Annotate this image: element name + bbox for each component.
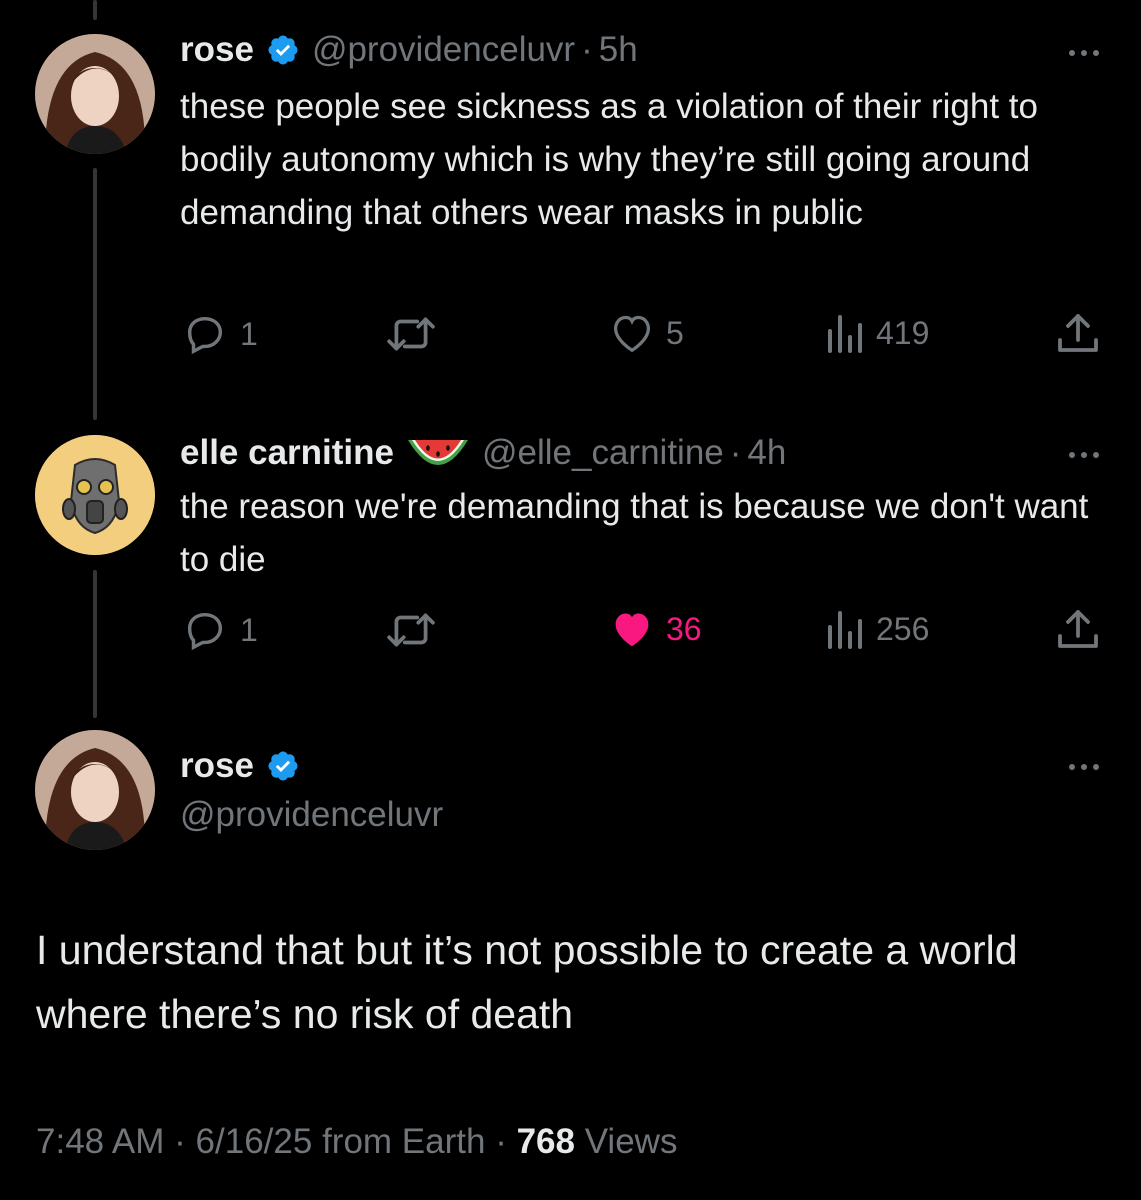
tweet-time[interactable]: 4h (747, 433, 786, 473)
verified-badge-icon (268, 751, 298, 781)
views-button[interactable]: 419 (826, 313, 929, 353)
avatar-elle-carnitine[interactable] (35, 435, 155, 555)
tweet-timestamp[interactable]: 7:48 AM (36, 1122, 164, 1161)
more-icon[interactable] (1069, 452, 1099, 458)
tweet-header: rose @providenceluvr · 5h (180, 30, 638, 70)
avatar-rose[interactable] (35, 34, 155, 154)
views-icon (828, 611, 862, 649)
thread-line (93, 168, 97, 420)
tweet-meta: 7:48 AM · 6/16/25 from Earth · 768 Views (36, 1122, 678, 1161)
reply-icon (187, 612, 223, 651)
like-count: 36 (666, 610, 702, 647)
main-tweet-text: I understand that but it’s not possible … (36, 927, 1018, 1037)
share-button[interactable] (1056, 608, 1100, 652)
reply-count: 1 (240, 315, 258, 352)
heart-icon (615, 613, 649, 647)
verified-badge-icon (268, 35, 298, 65)
like-count: 5 (666, 314, 684, 351)
views-count: 768 (516, 1122, 575, 1161)
like-button[interactable]: 36 (610, 609, 702, 649)
avatar-rose[interactable] (35, 730, 155, 850)
retweet-icon (387, 613, 435, 647)
main-tweet-header: rose (180, 746, 300, 786)
tweet-text: these people see sickness as a violation… (180, 87, 1038, 232)
heart-icon (613, 315, 651, 353)
watermelon-icon (407, 440, 468, 465)
view-count: 419 (876, 314, 930, 351)
tweet-date[interactable]: 6/16/25 (196, 1122, 313, 1161)
views-button[interactable]: 256 (826, 609, 929, 649)
user-handle[interactable]: @providenceluvr (312, 30, 575, 70)
retweet-icon (387, 317, 435, 351)
display-name[interactable]: elle carnitine (180, 433, 394, 473)
more-icon[interactable] (1069, 50, 1099, 56)
reply-button[interactable]: 1 (182, 311, 258, 357)
thread-line (93, 570, 97, 718)
more-icon[interactable] (1069, 764, 1099, 770)
tweet-header: elle carnitine @elle_carnitine · 4h (180, 432, 786, 474)
views-label: Views (584, 1122, 678, 1161)
share-icon (1058, 610, 1098, 648)
reply-count: 1 (240, 611, 258, 648)
view-count: 256 (876, 610, 930, 647)
share-icon (1058, 314, 1098, 352)
main-handle-row: @providenceluvr (180, 795, 443, 835)
thread-line (93, 0, 97, 20)
like-button[interactable]: 5 (610, 313, 684, 353)
separator-dot: · (581, 30, 593, 69)
tweet-text: the reason we're demanding that is becau… (180, 487, 1089, 579)
display-name[interactable]: rose (180, 746, 254, 786)
reply-button[interactable]: 1 (182, 607, 258, 653)
retweet-button[interactable] (386, 609, 436, 651)
reply-icon (187, 316, 223, 355)
tweet-source: from Earth (322, 1122, 486, 1161)
display-name[interactable]: rose (180, 30, 254, 70)
tweet-time[interactable]: 5h (599, 30, 638, 70)
user-handle[interactable]: @elle_carnitine (482, 433, 724, 473)
separator-dot: · (729, 433, 742, 472)
views-icon (828, 315, 862, 353)
user-handle[interactable]: @providenceluvr (180, 795, 443, 835)
share-button[interactable] (1056, 312, 1100, 356)
retweet-button[interactable] (386, 313, 436, 355)
